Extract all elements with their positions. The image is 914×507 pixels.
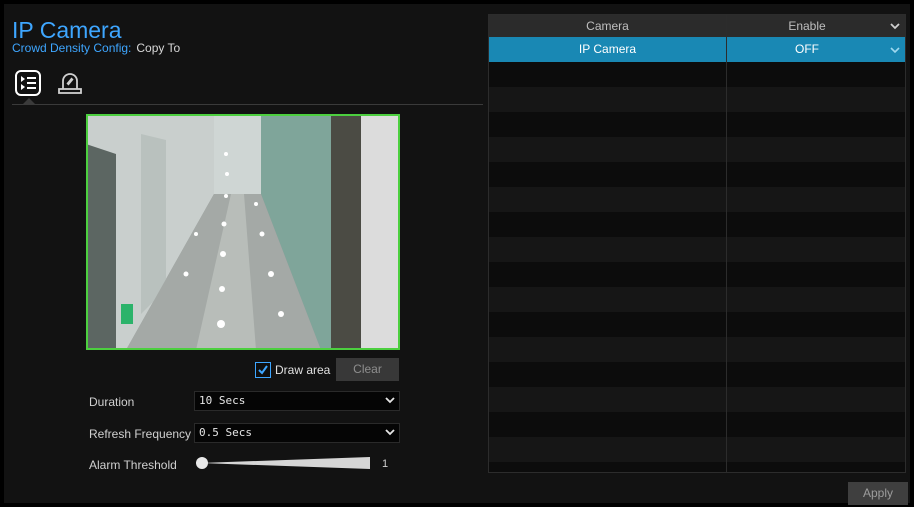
empty-row — [489, 162, 905, 187]
column-divider — [726, 15, 727, 472]
draw-area-checkbox[interactable]: Draw area — [255, 361, 330, 379]
active-tab-indicator — [22, 98, 36, 105]
column-header-camera: Camera — [586, 19, 629, 33]
duration-label: Duration — [89, 395, 135, 409]
empty-row — [489, 287, 905, 312]
chevron-down-icon[interactable] — [890, 22, 900, 30]
empty-row — [489, 237, 905, 262]
copy-to-link[interactable]: Copy To — [136, 41, 180, 55]
empty-row — [489, 62, 905, 87]
table-row[interactable]: IP Camera OFF — [489, 37, 905, 62]
empty-row — [489, 87, 905, 112]
camera-table: Camera Enable IP Camera OFF — [488, 14, 906, 473]
refresh-frequency-select[interactable]: 0.5 Secs — [194, 423, 400, 443]
config-subtitle: Crowd Density Config: Copy To — [12, 41, 180, 55]
config-label: Crowd Density Config: — [12, 41, 132, 55]
alarm-threshold-label: Alarm Threshold — [89, 458, 177, 472]
checkbox-box — [255, 362, 271, 378]
duration-select[interactable]: 10 Secs — [194, 391, 400, 411]
refresh-frequency-label: Refresh Frequency — [89, 427, 192, 441]
camera-preview[interactable] — [86, 114, 400, 350]
chevron-down-icon[interactable] — [890, 46, 900, 54]
alarm-threshold-value: 1 — [382, 458, 389, 470]
empty-row — [489, 412, 905, 437]
enable-cell[interactable]: OFF — [727, 37, 887, 62]
tab-divider — [12, 104, 483, 105]
tab-alarm[interactable] — [56, 69, 84, 97]
page-title: IP Camera — [12, 17, 122, 43]
empty-row — [489, 212, 905, 237]
clear-button[interactable]: Clear — [336, 358, 399, 381]
empty-row — [489, 437, 905, 462]
empty-row — [489, 337, 905, 362]
empty-row — [489, 462, 905, 472]
slider-track — [200, 457, 370, 469]
alarm-light-icon — [58, 73, 82, 94]
empty-row — [489, 187, 905, 212]
checkmark-icon — [258, 365, 268, 375]
refresh-frequency-value: 0.5 Secs — [199, 426, 252, 439]
empty-row — [489, 362, 905, 387]
camera-name-cell: IP Camera — [578, 42, 637, 56]
duration-value: 10 Secs — [199, 394, 246, 407]
slider-handle[interactable] — [196, 457, 208, 469]
alarm-threshold-slider[interactable] — [196, 456, 372, 470]
draw-area-label: Draw area — [275, 363, 331, 377]
empty-row — [489, 312, 905, 337]
corridor-image — [86, 114, 400, 350]
column-header-enable: Enable — [788, 19, 826, 33]
empty-row — [489, 387, 905, 412]
chevron-down-icon — [385, 429, 395, 436]
empty-row — [489, 262, 905, 287]
tab-config[interactable] — [14, 69, 42, 97]
empty-row — [489, 137, 905, 162]
settings-list-icon — [15, 70, 41, 96]
table-header: Camera Enable — [489, 15, 905, 37]
empty-row — [489, 112, 905, 137]
chevron-down-icon — [385, 397, 395, 404]
apply-button[interactable]: Apply — [848, 482, 908, 505]
